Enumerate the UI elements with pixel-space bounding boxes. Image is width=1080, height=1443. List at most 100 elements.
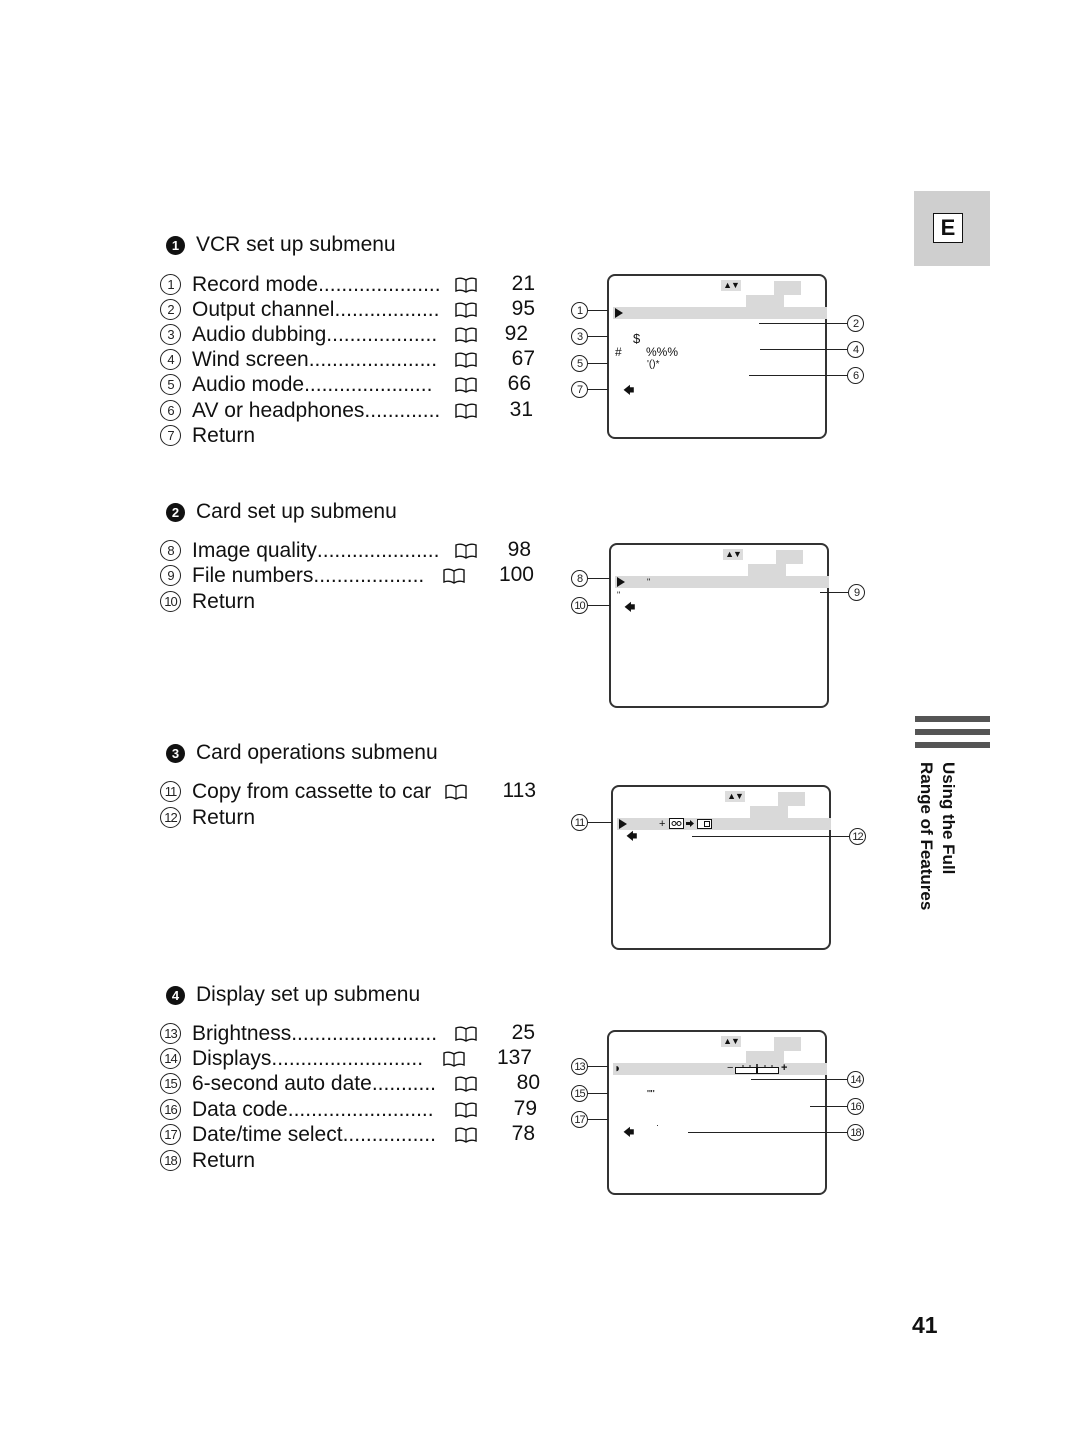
item-number: 10	[160, 591, 181, 612]
callout-10: 10	[571, 597, 610, 614]
section-title-text: Card set up submenu	[196, 500, 397, 523]
page-reference: 95	[511, 297, 535, 320]
up-down-arrows-icon: ▲▼	[723, 549, 743, 560]
book-reference-icon	[455, 1127, 477, 1148]
item-number: 3	[160, 324, 181, 345]
item-number: 4	[160, 349, 181, 370]
screen-tab	[774, 281, 801, 295]
chapter-heading-line1: Using the Full	[939, 762, 958, 875]
screen-glyph: $	[633, 331, 641, 346]
list-item: 14 Displays..........................	[160, 1046, 443, 1071]
callout-7: 7	[571, 381, 608, 398]
list-item: 12 Return	[160, 805, 255, 830]
book-reference-icon	[443, 568, 465, 589]
callout-2: 2	[759, 315, 864, 332]
page-reference: 80	[516, 1071, 540, 1094]
list-item: 13 Brightness.........................	[160, 1021, 455, 1046]
book-reference-icon	[455, 352, 477, 373]
item-number: 18	[160, 1150, 181, 1171]
leader-dots: ......................	[304, 372, 433, 396]
chapter-heading: Using the Full Range of Features	[915, 762, 959, 910]
page-number: 41	[912, 1312, 938, 1338]
item-label: Wind screen	[192, 347, 309, 371]
up-down-arrows-icon: ▲▼	[721, 1036, 741, 1047]
page-reference: 92	[504, 322, 528, 345]
list-item: 17 Date/time select................	[160, 1122, 455, 1147]
item-label: Return	[192, 423, 256, 447]
item-number: 7	[160, 425, 181, 446]
return-arrow-icon: 🡄	[623, 1127, 635, 1139]
page-reference: 31	[509, 398, 533, 421]
item-label: Record mode	[192, 272, 319, 296]
list-item: 6 AV or headphones.............	[160, 398, 455, 423]
section-number: 2	[166, 502, 185, 522]
list-item: 1 Record mode.....................	[160, 272, 455, 297]
leader-dots: .........................	[287, 1097, 434, 1121]
list-item: 7 Return	[160, 423, 255, 448]
brightness-icon: ◗	[614, 1061, 622, 1075]
callout-1: 1	[571, 302, 608, 319]
screen-tab	[778, 792, 805, 806]
list-item: 9 File numbers...................	[160, 563, 443, 588]
leader-dots: .........................	[291, 1021, 438, 1045]
play-cursor-icon	[615, 308, 623, 318]
screen-glyph: "	[647, 577, 651, 587]
item-label: Return	[192, 1148, 256, 1172]
section-bar	[915, 716, 990, 722]
item-label: Date/time select	[192, 1122, 343, 1146]
screen-card-setup: ▲▼ " " 🡄	[609, 543, 829, 708]
leader-dots: .............	[364, 398, 441, 422]
section-title-text: Display set up submenu	[196, 983, 421, 1006]
screen-tab	[774, 1037, 801, 1051]
item-label: Image quality	[192, 538, 317, 562]
list-item: 5 Audio mode......................	[160, 372, 455, 397]
page-reference: 113	[502, 779, 536, 802]
return-arrow-icon: 🡄	[623, 385, 635, 397]
page-reference: 100	[498, 563, 534, 586]
callout-3: 3	[571, 328, 608, 345]
callout-8: 8	[571, 570, 610, 587]
section-title-display-setup: 4 Display set up submenu	[166, 983, 420, 1007]
item-number: 9	[160, 565, 181, 586]
play-cursor-icon	[617, 577, 625, 587]
item-number: 16	[160, 1099, 181, 1120]
section-number: 4	[166, 985, 185, 1005]
page-reference: 79	[513, 1097, 537, 1120]
section-bar	[915, 742, 990, 748]
leader-dots: ..........................	[271, 1046, 424, 1070]
section-title-text: VCR set up submenu	[196, 233, 396, 256]
screen-glyph: '"'	[647, 1089, 655, 1098]
page-reference: 66	[507, 372, 531, 395]
item-label: Copy from cassette to car	[192, 779, 432, 803]
callout-12: 12	[692, 828, 866, 845]
book-reference-icon	[455, 1102, 477, 1123]
screen-glyph: %%%	[646, 345, 679, 359]
leader-dots: .....................	[316, 538, 440, 562]
list-item: 10 Return	[160, 589, 255, 614]
page-reference: 78	[511, 1122, 535, 1145]
item-number: 12	[160, 807, 181, 828]
up-down-arrows-icon: ▲▼	[721, 280, 741, 291]
item-label: Brightness	[192, 1021, 292, 1045]
screen-glyph: '()*	[647, 359, 660, 370]
screen-glyph: ·	[656, 1120, 659, 1130]
book-reference-icon	[455, 277, 477, 298]
item-label: Return	[192, 589, 256, 613]
item-label: Audio mode	[192, 372, 305, 396]
item-number: 1	[160, 274, 181, 295]
chapter-heading-line2: Range of Features	[917, 762, 936, 911]
callout-16: 16	[810, 1098, 864, 1115]
item-label: 6-second auto date	[192, 1071, 372, 1095]
item-number: 15	[160, 1073, 181, 1094]
section-bar	[915, 729, 990, 735]
list-item: 18 Return	[160, 1148, 255, 1173]
item-label: File numbers	[192, 563, 314, 587]
screen-display-setup: ▲▼ ◗ − + '"' · 🡄	[607, 1030, 827, 1195]
section-title-vcr: 1 VCR set up submenu	[166, 233, 396, 257]
page-reference: 67	[511, 347, 535, 370]
callout-15: 15	[571, 1085, 608, 1102]
language-letter: E	[933, 213, 963, 243]
return-arrow-icon: 🡄	[626, 831, 638, 843]
page-reference: 21	[511, 272, 535, 295]
page-reference: 98	[507, 538, 531, 561]
